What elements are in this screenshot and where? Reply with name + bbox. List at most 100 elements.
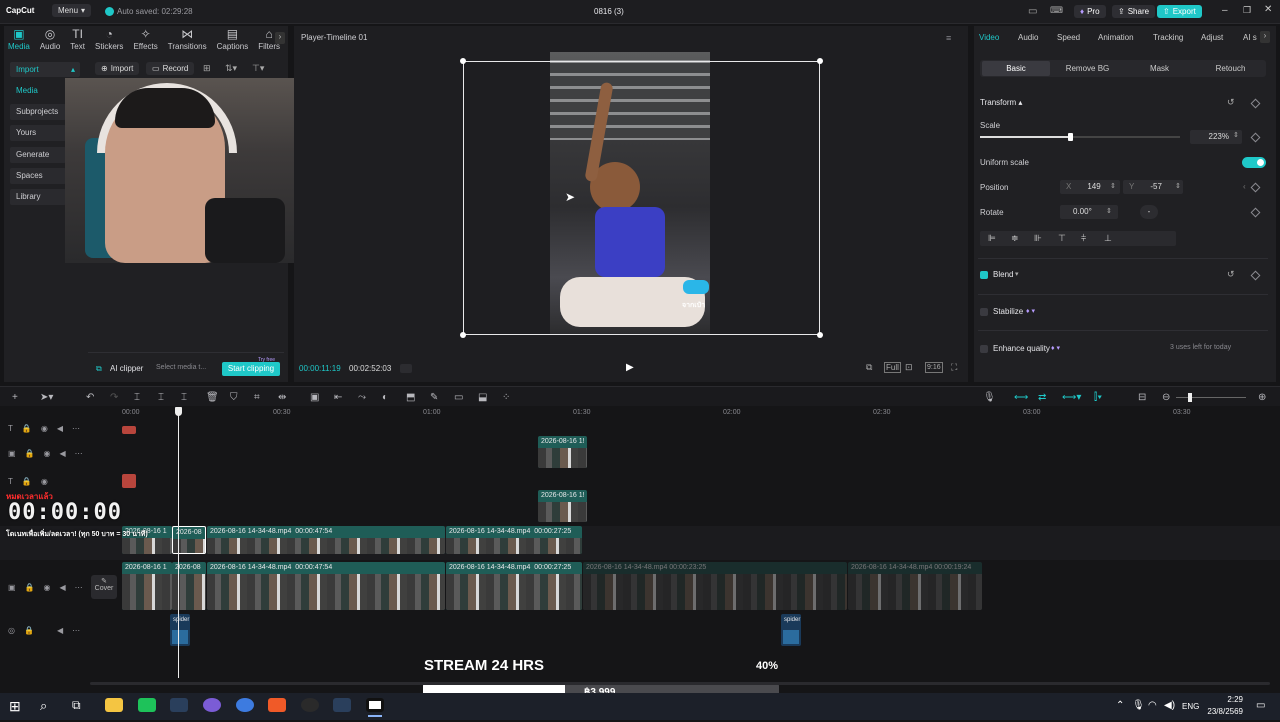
- text-clip[interactable]: [122, 474, 136, 488]
- mark-icon[interactable]: ⛉: [230, 392, 238, 403]
- tab-tracking[interactable]: Tracking: [1153, 33, 1183, 42]
- align-center-h-icon[interactable]: ≑: [1011, 233, 1019, 244]
- enhance-checkbox[interactable]: [980, 345, 988, 353]
- tab-transitions[interactable]: ⋈ Transitions: [168, 28, 207, 51]
- playhead[interactable]: [178, 412, 179, 678]
- lock-icon[interactable]: 🔒: [25, 449, 35, 458]
- export-button[interactable]: ⇧ Export: [1157, 5, 1202, 18]
- main-clip[interactable]: 2026-08-16 14-34-48.mp4 00:00:27:25: [446, 562, 582, 610]
- sidebar-item-spaces[interactable]: Spaces: [10, 168, 66, 184]
- stepper-icon[interactable]: ⇕: [1233, 131, 1239, 139]
- overlay-clip[interactable]: 2026-08-16 1!: [538, 490, 587, 522]
- mirror-icon[interactable]: ⇹: [278, 392, 286, 403]
- auto-reframe-icon[interactable]: ⬒: [406, 392, 415, 403]
- sidebar-item-subprojects[interactable]: Subprojects: [10, 104, 66, 120]
- scale-slider-handle[interactable]: [1068, 133, 1073, 141]
- menu-button[interactable]: Menu ▾: [52, 4, 92, 17]
- stepper-icon[interactable]: ⇕: [1175, 182, 1181, 190]
- search-icon[interactable]: ⌕: [40, 698, 47, 714]
- position-y-input[interactable]: Y -57: [1123, 180, 1183, 194]
- start-icon[interactable]: ⊞: [9, 698, 21, 715]
- tab-audio[interactable]: ◎ Audio: [40, 28, 60, 51]
- sidebar-item-media[interactable]: Media: [10, 83, 66, 99]
- audio-clip[interactable]: spider: [170, 614, 190, 646]
- player-menu-icon[interactable]: ≡: [946, 33, 951, 43]
- sidebar-item-yours[interactable]: Yours: [10, 125, 66, 141]
- volume-icon[interactable]: ◀): [1164, 700, 1175, 711]
- sidebar-item-generate[interactable]: Generate: [10, 147, 66, 163]
- delete-icon[interactable]: 🗑: [206, 392, 219, 403]
- minimize-icon[interactable]: –: [1222, 5, 1228, 16]
- microphone-icon[interactable]: 🎙: [1132, 700, 1145, 711]
- curve-icon[interactable]: ⤳: [358, 392, 366, 403]
- ghost-clip[interactable]: 2026-08-16 14-34-48.mp4 00:00:19:24: [848, 562, 982, 610]
- tab-text[interactable]: TI Text: [70, 28, 85, 51]
- tab-stickers[interactable]: ◔ Stickers: [95, 28, 123, 51]
- reverse-icon[interactable]: ⇤: [334, 392, 342, 403]
- blend-checkbox[interactable]: [980, 271, 988, 279]
- resize-handle[interactable]: [817, 332, 823, 338]
- start-clipping-button[interactable]: Start clipping: [222, 362, 280, 376]
- canvas-selection-box[interactable]: [463, 61, 820, 335]
- eye-icon[interactable]: ◉: [41, 477, 48, 486]
- record-button[interactable]: ▭ Record: [146, 62, 195, 75]
- fit-timeline-icon[interactable]: ⊟: [1138, 392, 1146, 403]
- sidebar-item-library[interactable]: Library: [10, 189, 66, 205]
- edit-icon[interactable]: ⧉: [866, 362, 872, 373]
- tab-ai[interactable]: AI s: [1243, 33, 1257, 42]
- select-tool-icon[interactable]: ➤▾: [40, 392, 53, 403]
- zoom-in-icon[interactable]: ⊕: [1258, 392, 1266, 403]
- chevron-up-icon[interactable]: ⌃: [1116, 700, 1124, 711]
- sidebar-import[interactable]: Import ▴: [10, 62, 80, 77]
- task-view-icon[interactable]: ⧉: [72, 698, 81, 713]
- mask-icon[interactable]: ◐: [382, 392, 388, 403]
- align-top-icon[interactable]: ⊤: [1058, 233, 1066, 244]
- preview-axis-icon[interactable]: ⫿▾: [1094, 392, 1102, 403]
- align-middle-v-icon[interactable]: ⫩: [1081, 233, 1086, 244]
- cover-button[interactable]: ✎ Cover: [91, 575, 117, 599]
- tab-adjust[interactable]: Adjust: [1201, 33, 1223, 42]
- main-clip[interactable]: 2026-08-16 14-34-48.mp4 00:00:47:54: [207, 562, 445, 610]
- fullscreen-icon[interactable]: ⛶: [951, 362, 957, 373]
- video-clip[interactable]: 2026-08-16 14-34-48.mp4 00:00:47:54: [207, 526, 445, 554]
- split-icon[interactable]: ⌶: [134, 392, 140, 403]
- magic-icon[interactable]: ✎: [430, 392, 438, 403]
- eye-icon[interactable]: ◉: [44, 449, 51, 458]
- eye-icon[interactable]: ◉: [41, 424, 48, 433]
- lock-icon[interactable]: 🔒: [22, 477, 32, 486]
- tab-video[interactable]: Video: [979, 33, 999, 42]
- lock-icon[interactable]: 🔒: [25, 583, 35, 592]
- steam-icon[interactable]: [170, 698, 188, 712]
- more-icon[interactable]: ⋯: [75, 583, 83, 592]
- freeze-icon[interactable]: ▣: [310, 392, 319, 403]
- timeline-ruler[interactable]: [0, 406, 1280, 420]
- keyframe-nav-icon[interactable]: ‹: [1243, 182, 1246, 191]
- focus-icon[interactable]: ⊡: [905, 362, 913, 373]
- caption-icon[interactable]: ▭: [454, 392, 463, 403]
- brave-icon[interactable]: [268, 698, 286, 712]
- zoom-slider[interactable]: [1176, 393, 1246, 402]
- speaker-icon[interactable]: ◀: [57, 424, 63, 433]
- split-left-icon[interactable]: ⌶: [158, 392, 164, 403]
- filter-icon[interactable]: ⊤▾: [252, 63, 264, 74]
- more-icon[interactable]: ⋯: [72, 424, 80, 433]
- align-right-icon[interactable]: ⊪: [1034, 233, 1042, 244]
- line-app-icon[interactable]: [138, 698, 156, 712]
- import-button[interactable]: ⊕ Import: [95, 62, 140, 75]
- notification-icon[interactable]: ▭: [1256, 700, 1265, 711]
- stepper-icon[interactable]: ⇕: [1110, 182, 1116, 190]
- export-frame-icon[interactable]: ⬓: [478, 392, 487, 403]
- link-main-icon[interactable]: ⟷: [1014, 392, 1028, 403]
- redo-icon[interactable]: ↷: [110, 392, 118, 403]
- wifi-icon[interactable]: ◠: [1148, 700, 1157, 711]
- subtab-mask[interactable]: Mask: [1132, 64, 1187, 73]
- capcut-icon[interactable]: [366, 698, 384, 712]
- reset-icon[interactable]: ↺: [1227, 269, 1235, 280]
- split-right-icon[interactable]: ⌶: [181, 392, 187, 403]
- tab-audio-props[interactable]: Audio: [1018, 33, 1038, 42]
- speaker-icon[interactable]: ◀: [60, 449, 66, 458]
- audio-clip[interactable]: spider: [781, 614, 801, 646]
- stabilize-checkbox[interactable]: [980, 308, 988, 316]
- subtab-basic[interactable]: Basic: [982, 61, 1050, 76]
- overlay-clip[interactable]: 2026-08-16 1!: [538, 436, 587, 468]
